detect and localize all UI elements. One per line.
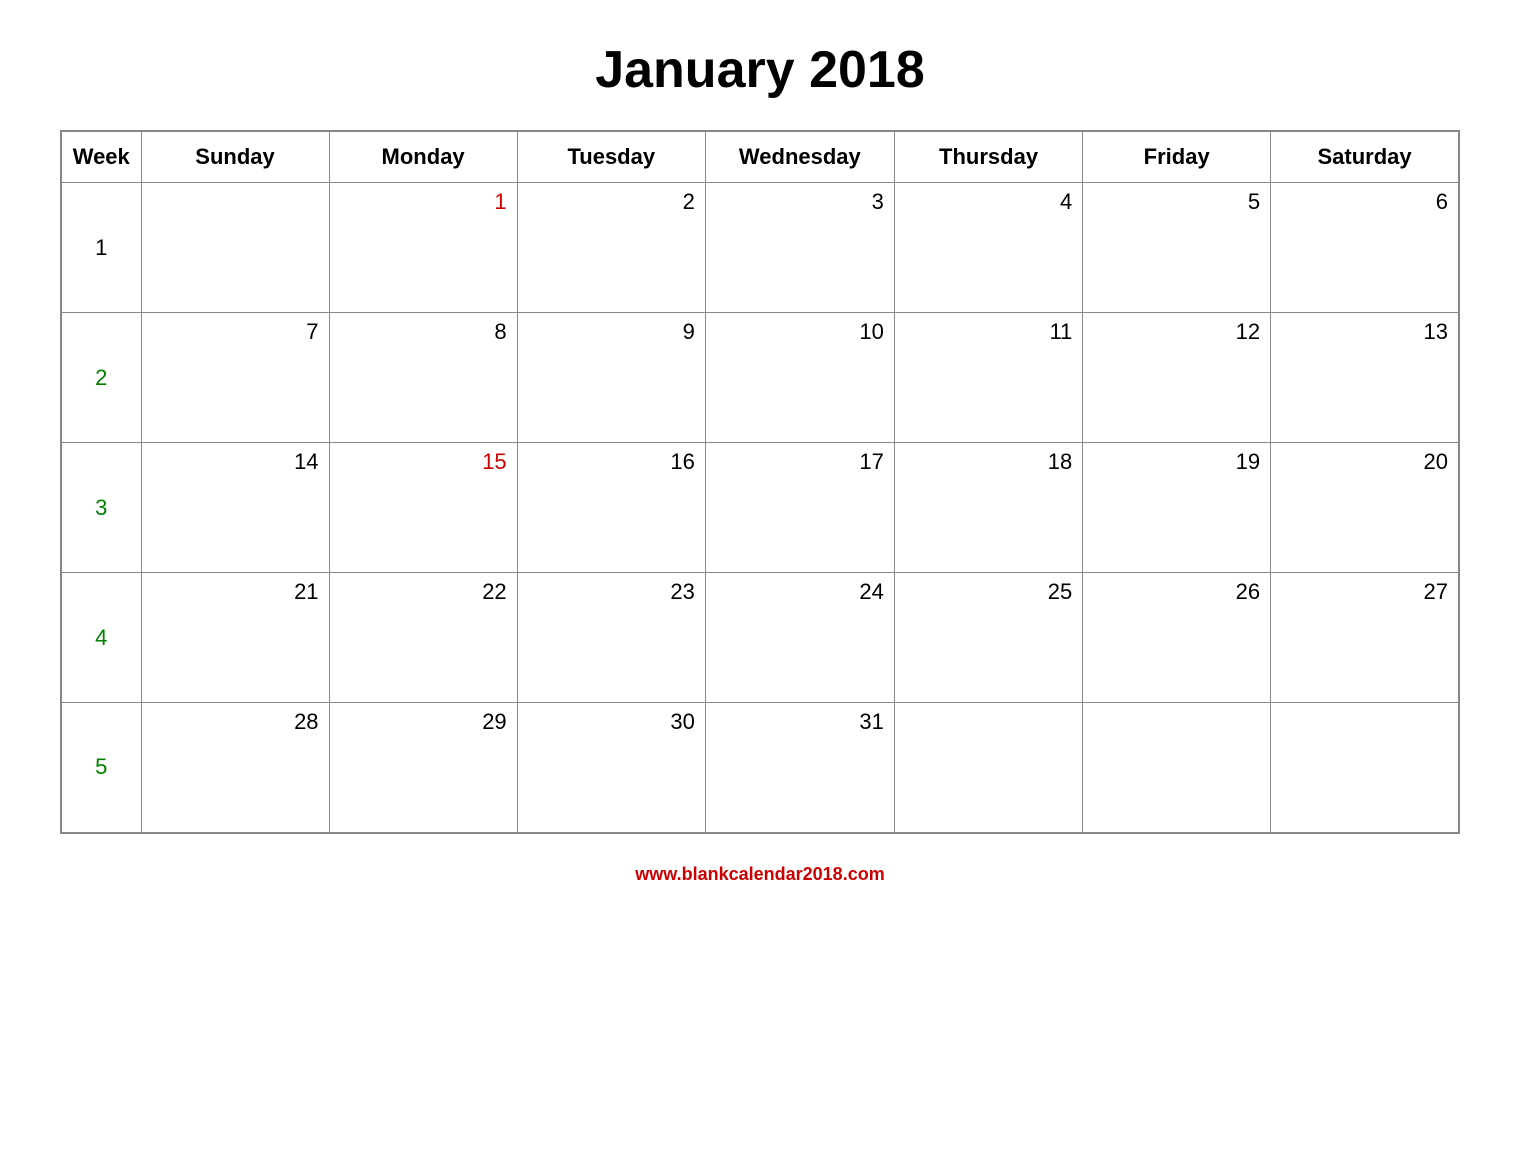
day-cell: 30 xyxy=(517,703,705,833)
day-cell: 19 xyxy=(1083,443,1271,573)
calendar-header-row: WeekSundayMondayTuesdayWednesdayThursday… xyxy=(61,131,1459,183)
day-cell: 9 xyxy=(517,313,705,443)
day-cell xyxy=(894,703,1082,833)
day-cell: 14 xyxy=(141,443,329,573)
column-header-thursday: Thursday xyxy=(894,131,1082,183)
column-header-tuesday: Tuesday xyxy=(517,131,705,183)
week-row-3: 314151617181920 xyxy=(61,443,1459,573)
day-cell: 5 xyxy=(1083,183,1271,313)
week-number-4: 4 xyxy=(61,573,141,703)
day-cell: 23 xyxy=(517,573,705,703)
day-cell xyxy=(141,183,329,313)
week-row-4: 421222324252627 xyxy=(61,573,1459,703)
week-number-5: 5 xyxy=(61,703,141,833)
day-cell: 1 xyxy=(329,183,517,313)
day-cell: 22 xyxy=(329,573,517,703)
week-number-3: 3 xyxy=(61,443,141,573)
day-cell: 8 xyxy=(329,313,517,443)
column-header-week: Week xyxy=(61,131,141,183)
day-cell: 15 xyxy=(329,443,517,573)
calendar-table: WeekSundayMondayTuesdayWednesdayThursday… xyxy=(60,130,1460,834)
week-number-1: 1 xyxy=(61,183,141,313)
day-cell: 13 xyxy=(1271,313,1459,443)
day-cell: 3 xyxy=(705,183,894,313)
footer-link[interactable]: www.blankcalendar2018.com xyxy=(635,864,884,884)
column-header-wednesday: Wednesday xyxy=(705,131,894,183)
day-cell: 2 xyxy=(517,183,705,313)
column-header-saturday: Saturday xyxy=(1271,131,1459,183)
footer-url: www.blankcalendar2018.com xyxy=(635,864,884,885)
day-cell: 27 xyxy=(1271,573,1459,703)
column-header-sunday: Sunday xyxy=(141,131,329,183)
week-row-5: 528293031 xyxy=(61,703,1459,833)
day-cell: 29 xyxy=(329,703,517,833)
day-cell xyxy=(1083,703,1271,833)
day-cell: 28 xyxy=(141,703,329,833)
day-cell: 25 xyxy=(894,573,1082,703)
day-cell: 11 xyxy=(894,313,1082,443)
week-row-1: 1123456 xyxy=(61,183,1459,313)
column-header-monday: Monday xyxy=(329,131,517,183)
day-cell: 24 xyxy=(705,573,894,703)
day-cell: 20 xyxy=(1271,443,1459,573)
week-row-2: 278910111213 xyxy=(61,313,1459,443)
day-cell: 17 xyxy=(705,443,894,573)
day-cell: 10 xyxy=(705,313,894,443)
day-cell: 6 xyxy=(1271,183,1459,313)
day-cell: 21 xyxy=(141,573,329,703)
day-cell: 31 xyxy=(705,703,894,833)
column-header-friday: Friday xyxy=(1083,131,1271,183)
day-cell: 4 xyxy=(894,183,1082,313)
day-cell: 7 xyxy=(141,313,329,443)
day-cell: 12 xyxy=(1083,313,1271,443)
week-number-2: 2 xyxy=(61,313,141,443)
day-cell: 16 xyxy=(517,443,705,573)
day-cell: 26 xyxy=(1083,573,1271,703)
calendar-body: 1123456278910111213314151617181920421222… xyxy=(61,183,1459,833)
day-cell: 18 xyxy=(894,443,1082,573)
day-cell xyxy=(1271,703,1459,833)
page-title: January 2018 xyxy=(595,40,925,100)
